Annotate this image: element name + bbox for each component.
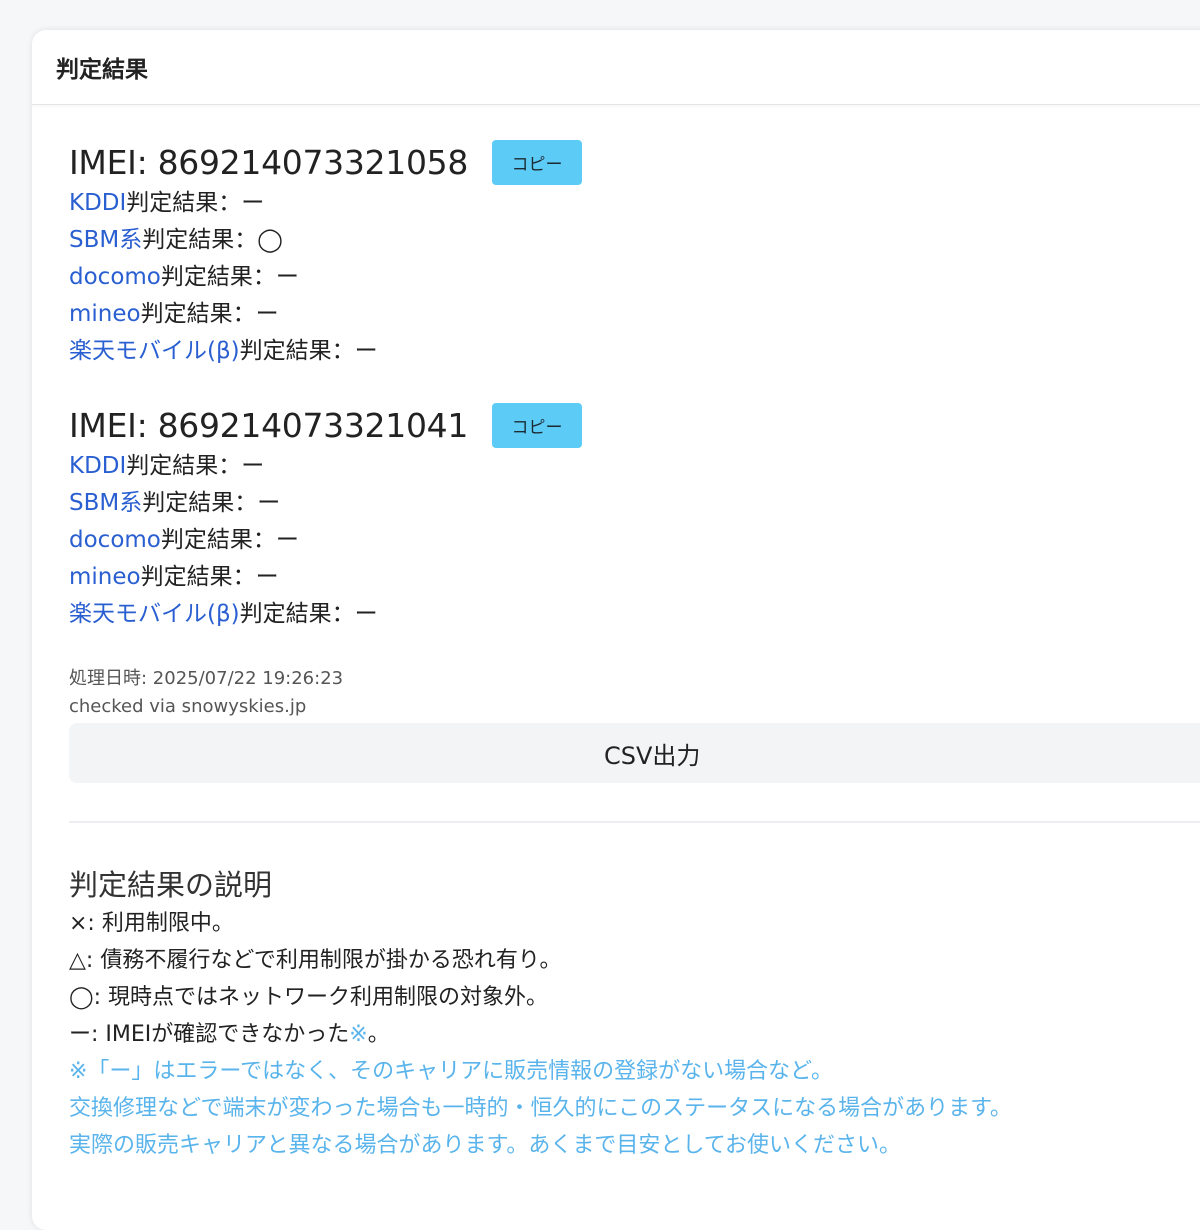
carrier-link-mineo[interactable]: mineo [69, 564, 141, 590]
result-line-rakuten: 楽天モバイル(β)判定結果：ー [69, 596, 1200, 633]
explanation-line-risk: △: 債務不履行などで利用制限が掛かる恐れ有り。 [69, 948, 562, 973]
imei-result-block: IMEI: 869214073321058 コピー KDDI判定結果：ー SBM… [69, 139, 1200, 370]
processed-datetime: 処理日時: 2025/07/22 19:26:23 [69, 668, 344, 689]
carrier-link-docomo[interactable]: docomo [69, 527, 161, 553]
result-line-docomo: docomo判定結果：ー [69, 259, 1200, 296]
explanation-line-restricted: ×: 利用制限中。 [69, 911, 234, 936]
explanation-title: 判定結果の説明 [69, 868, 273, 902]
imei-number: IMEI: 869214073321041 [69, 405, 469, 445]
unknown-end: 。 [367, 1022, 390, 1047]
result-line-rakuten: 楽天モバイル(β)判定結果：ー [69, 333, 1200, 370]
imei-number: IMEI: 869214073321058 [69, 142, 469, 182]
result-line-mineo: mineo判定結果：ー [69, 296, 1200, 333]
result-card: 判定結果 IMEI: 869214073321058 コピー KDDI判定結果：… [32, 30, 1200, 1230]
result-line-kddi: KDDI判定結果：ー [69, 185, 1200, 222]
result-line-kddi: KDDI判定結果：ー [69, 448, 1200, 485]
result-value: 判定結果：ー [160, 527, 299, 553]
result-value: 判定結果：ー [126, 190, 265, 216]
result-line-docomo: docomo判定結果：ー [69, 522, 1200, 559]
carrier-link-sbm[interactable]: SBM系 [69, 227, 142, 253]
carrier-link-kddi[interactable]: KDDI [69, 453, 126, 479]
result-value: 判定結果：ー [126, 453, 265, 479]
carrier-link-mineo[interactable]: mineo [69, 301, 141, 327]
note-line: 実際の販売キャリアと異なる場合があります。あくまで目安としてお使いください。 [69, 1133, 902, 1158]
divider [69, 821, 1200, 823]
csv-export-button[interactable]: CSV出力 [69, 723, 1200, 783]
result-value: 判定結果：ー [140, 301, 279, 327]
explanation-line-clear: ◯: 現時点ではネットワーク利用制限の対象外。 [69, 985, 549, 1010]
carrier-link-rakuten[interactable]: 楽天モバイル(β) [69, 338, 240, 364]
result-value: 判定結果：ー [160, 264, 299, 290]
result-value: 判定結果：ー [140, 564, 279, 590]
carrier-link-rakuten[interactable]: 楽天モバイル(β) [69, 601, 240, 627]
process-meta: 処理日時: 2025/07/22 19:26:23 checked via sn… [69, 665, 1200, 721]
unknown-text: ー: IMEIが確認できなかった [69, 1022, 350, 1047]
card-body: IMEI: 869214073321058 コピー KDDI判定結果：ー SBM… [32, 105, 1200, 1164]
result-line-sbm: SBM系判定結果：ー [69, 485, 1200, 522]
result-value: 判定結果：ー [239, 601, 378, 627]
footnote-mark: ※ [349, 1022, 368, 1047]
note-line: 交換修理などで端末が変わった場合も一時的・恒久的にこのステータスになる場合があり… [69, 1096, 1012, 1121]
note-line: ※「ー」はエラーではなく、そのキャリアに販売情報の登録がない場合など。 [69, 1059, 834, 1084]
checked-via: checked via snowyskies.jp [69, 696, 307, 717]
result-value: 判定結果：ー [239, 338, 378, 364]
carrier-link-kddi[interactable]: KDDI [69, 190, 126, 216]
carrier-link-docomo[interactable]: docomo [69, 264, 161, 290]
result-value: 判定結果：ー [142, 490, 281, 516]
result-value: 判定結果：◯ [142, 227, 283, 253]
result-line-sbm: SBM系判定結果：◯ [69, 222, 1200, 259]
imei-header: IMEI: 869214073321058 コピー [69, 139, 1200, 185]
copy-button[interactable]: コピー [492, 139, 583, 185]
explanation-line-unknown: ー: IMEIが確認できなかった※。 [69, 1016, 1200, 1053]
imei-result-block: IMEI: 869214073321041 コピー KDDI判定結果：ー SBM… [69, 402, 1200, 633]
imei-header: IMEI: 869214073321041 コピー [69, 402, 1200, 448]
result-line-mineo: mineo判定結果：ー [69, 559, 1200, 596]
copy-button[interactable]: コピー [492, 402, 583, 448]
carrier-link-sbm[interactable]: SBM系 [69, 490, 142, 516]
card-title: 判定結果 [32, 30, 1200, 105]
